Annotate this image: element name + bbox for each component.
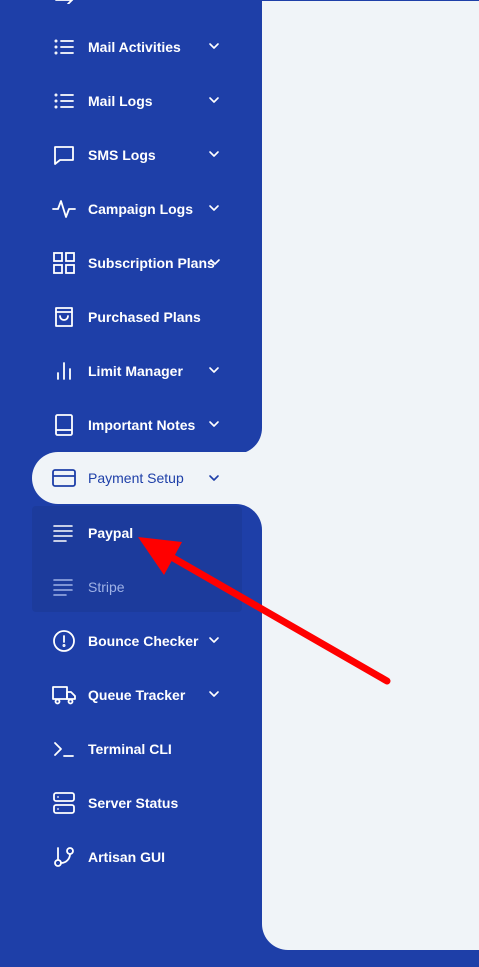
shopping-bag-icon	[52, 305, 76, 329]
activity-icon	[52, 197, 76, 221]
submenu-item-paypal[interactable]: Paypal	[32, 506, 242, 560]
sidebar-item-campaign-logs[interactable]: Campaign Logs	[32, 182, 262, 236]
chevron-down-icon	[207, 39, 221, 53]
bar-chart-icon	[52, 359, 76, 383]
sidebar-item-bounce-checker[interactable]: Bounce Checker	[32, 614, 262, 668]
truck-icon	[52, 683, 76, 707]
align-left-icon	[52, 575, 76, 599]
git-branch-icon	[52, 845, 76, 869]
message-square-icon	[52, 143, 76, 167]
chevron-down-icon	[207, 147, 221, 161]
sidebar-item-sms-logs[interactable]: SMS Logs	[32, 128, 262, 182]
sidebar-item-label: Artisan GUI	[88, 849, 166, 865]
chevron-down-icon	[207, 687, 221, 701]
chevron-down-icon	[208, 255, 222, 269]
sidebar-item-label: Terminal CLI	[88, 741, 172, 757]
sidebar-item-queue-tracker[interactable]: Queue Tracker	[32, 668, 262, 722]
sidebar: Mail Activities Mail Logs SMS Logs Campa…	[0, 0, 262, 967]
chevron-down-icon	[207, 633, 221, 647]
sidebar-item-label: Bounce Checker	[88, 633, 199, 649]
sidebar-item-purchased-plans[interactable]: Purchased Plans	[32, 290, 262, 344]
submenu-item-stripe[interactable]: Stripe	[32, 560, 242, 614]
alert-circle-icon	[52, 629, 76, 653]
sidebar-item-label: Server Status	[88, 795, 179, 811]
payment-submenu: Paypal Stripe	[32, 506, 242, 612]
sidebar-item-limit-manager[interactable]: Limit Manager	[32, 344, 262, 398]
top-border	[262, 0, 479, 1]
sidebar-item-label: Queue Tracker	[88, 687, 186, 703]
sidebar-item-mail-logs[interactable]: Mail Logs	[32, 74, 262, 128]
list-icon	[52, 35, 76, 59]
chevron-down-icon	[207, 363, 221, 377]
sidebar-item-label: Mail Logs	[88, 93, 153, 109]
credit-card-icon	[52, 466, 76, 490]
sidebar-item-artisan-gui[interactable]: Artisan GUI	[32, 830, 262, 884]
align-left-icon	[52, 521, 76, 545]
main-content-area	[262, 0, 479, 950]
sidebar-item-label: SMS Logs	[88, 147, 156, 163]
sidebar-item-mail-activities[interactable]: Mail Activities	[32, 20, 262, 74]
chevron-down-icon	[207, 201, 221, 215]
sidebar-item-subscription-plans[interactable]: Subscription Plans	[32, 236, 262, 290]
terminal-icon	[52, 737, 76, 761]
chevron-down-icon	[207, 417, 221, 431]
submenu-item-label: Paypal	[88, 525, 134, 541]
partial-icon	[52, 0, 76, 4]
sidebar-item-server-status[interactable]: Server Status	[32, 776, 262, 830]
sidebar-item-payment-setup[interactable]: Payment Setup	[32, 452, 262, 504]
sidebar-item-label: Campaign Logs	[88, 201, 194, 217]
grid-icon	[52, 251, 76, 275]
sidebar-item-important-notes[interactable]: Important Notes	[32, 398, 262, 452]
sidebar-item-label: Purchased Plans	[88, 309, 201, 325]
sidebar-item-label: Important Notes	[88, 417, 196, 433]
sidebar-item-label: Mail Activities	[88, 39, 181, 55]
submenu-item-label: Stripe	[88, 579, 125, 595]
sidebar-item-terminal-cli[interactable]: Terminal CLI	[32, 722, 262, 776]
sidebar-item-label: Limit Manager	[88, 363, 183, 379]
sidebar-item-label: Subscription Plans	[88, 255, 215, 271]
chevron-down-icon	[207, 471, 221, 485]
sidebar-item-label: Payment Setup	[88, 470, 184, 486]
server-icon	[52, 791, 76, 815]
list-icon	[52, 89, 76, 113]
book-icon	[52, 413, 76, 437]
chevron-down-icon	[207, 93, 221, 107]
